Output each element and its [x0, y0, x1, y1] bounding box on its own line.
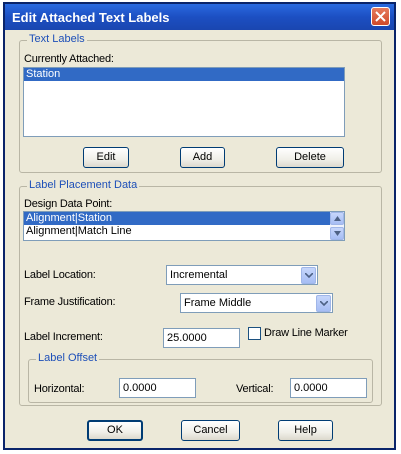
frame-justification-dropdown-button[interactable]	[316, 295, 331, 312]
label-placement-group-title: Label Placement Data	[27, 179, 140, 191]
horizontal-offset-input[interactable]: 0.0000	[119, 378, 196, 398]
chevron-down-icon	[305, 273, 313, 278]
design-data-point-label: Design Data Point:	[24, 198, 113, 210]
list-scrollbar[interactable]	[330, 212, 344, 240]
scroll-down-arrow-icon	[334, 231, 341, 236]
ok-button[interactable]: OK	[87, 420, 143, 441]
delete-button[interactable]: Delete	[276, 147, 344, 168]
dialog-window: Edit Attached Text Labels Text Labels Cu…	[3, 2, 396, 450]
label-offset-group-title: Label Offset	[36, 352, 100, 364]
attached-labels-list[interactable]: Station	[23, 67, 345, 137]
horizontal-label: Horizontal:	[34, 383, 85, 395]
list-item[interactable]: Station	[24, 68, 344, 81]
draw-line-marker-label[interactable]: Draw Line Marker	[264, 327, 348, 339]
draw-line-marker-checkbox[interactable]	[248, 327, 261, 340]
design-data-point-list[interactable]: Alignment|Station Alignment|Match Line	[23, 211, 345, 241]
title-bar[interactable]: Edit Attached Text Labels	[5, 4, 394, 30]
text-labels-group: Text Labels Currently Attached: Station …	[19, 33, 382, 173]
label-placement-group: Label Placement Data Design Data Point: …	[19, 179, 382, 406]
vertical-offset-input[interactable]: 0.0000	[290, 378, 367, 398]
close-x-icon	[375, 11, 386, 22]
label-increment-input[interactable]: 25.0000	[163, 328, 240, 348]
scroll-up-button[interactable]	[330, 212, 344, 225]
label-location-value: Incremental	[170, 269, 228, 281]
list-item[interactable]: Alignment|Station	[24, 212, 344, 225]
cancel-button[interactable]: Cancel	[181, 420, 240, 441]
frame-justification-dropdown[interactable]: Frame Middle	[180, 293, 333, 313]
add-button[interactable]: Add	[180, 147, 225, 168]
close-button[interactable]	[371, 7, 390, 26]
label-location-label: Label Location:	[24, 269, 96, 281]
frame-justification-label: Frame Justification:	[24, 296, 116, 308]
label-offset-group: Label Offset Horizontal: 0.0000 Vertical…	[28, 352, 373, 403]
label-location-dropdown[interactable]: Incremental	[166, 265, 318, 285]
window-title: Edit Attached Text Labels	[12, 10, 170, 25]
label-increment-label: Label Increment:	[24, 331, 103, 343]
scroll-down-button[interactable]	[330, 227, 344, 240]
list-item[interactable]: Alignment|Match Line	[24, 225, 344, 238]
frame-justification-value: Frame Middle	[184, 297, 252, 309]
text-labels-group-title: Text Labels	[27, 33, 87, 45]
currently-attached-label: Currently Attached:	[24, 53, 114, 65]
vertical-label: Vertical:	[236, 383, 274, 395]
help-button[interactable]: Help	[278, 420, 333, 441]
edit-button[interactable]: Edit	[83, 147, 129, 168]
scroll-up-arrow-icon	[334, 216, 341, 221]
chevron-down-icon	[320, 301, 328, 306]
label-location-dropdown-button[interactable]	[301, 267, 316, 284]
